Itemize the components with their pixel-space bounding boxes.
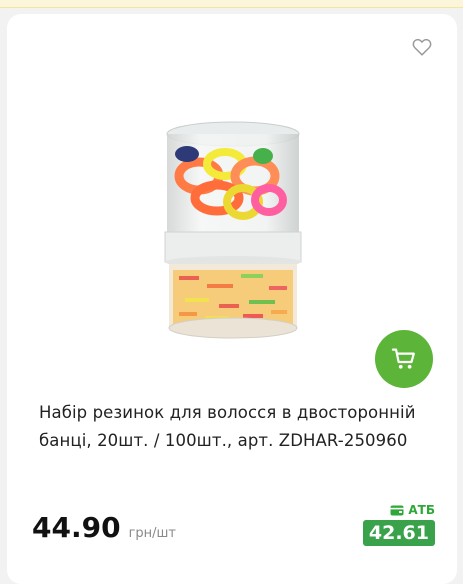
product-card[interactable]: Набір резинок для волосся в двосторонній… (7, 14, 457, 584)
promo-price-block: АТБ 42.61 (362, 503, 435, 546)
top-strip (0, 0, 463, 8)
shopping-cart-icon (391, 348, 415, 369)
price: 44.90 (32, 511, 121, 544)
heart-outline-icon (412, 38, 432, 56)
price-row: 44.90 грн/шт (32, 511, 176, 544)
promo-label: АТБ (390, 503, 435, 517)
favorite-button[interactable] (411, 36, 433, 58)
product-title[interactable]: Набір резинок для волосся в двосторонній… (39, 399, 439, 455)
promo-store-name: АТБ (408, 503, 435, 517)
add-to-cart-button[interactable] (375, 330, 433, 388)
wallet-icon (390, 505, 404, 516)
price-unit: грн/шт (128, 526, 177, 541)
promo-price: 42.61 (362, 520, 435, 546)
product-image[interactable] (159, 114, 307, 346)
